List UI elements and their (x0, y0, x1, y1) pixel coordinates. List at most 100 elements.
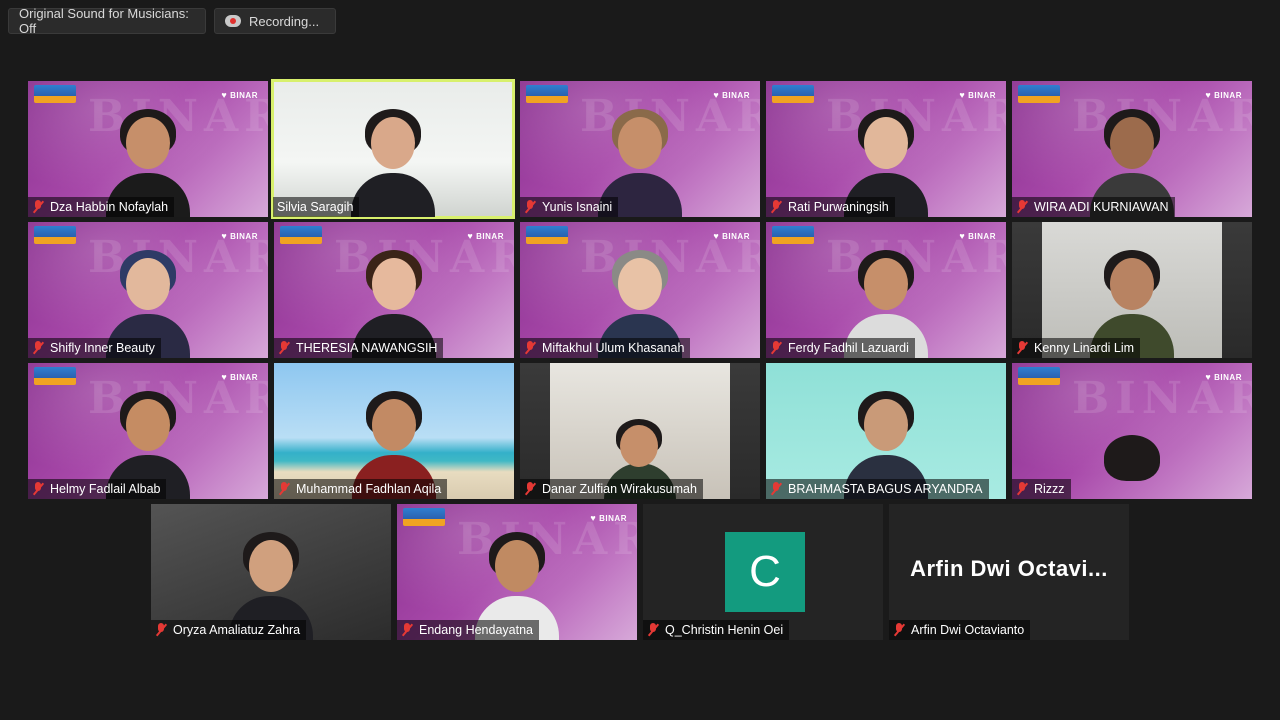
original-sound-button[interactable]: Original Sound for Musicians: Off (8, 6, 206, 36)
participant-tile[interactable]: BINAR ♥ BINAR Rizzz (1012, 363, 1252, 499)
participant-name-tag: Muhammad Fadhlan Aqila (274, 479, 448, 499)
participant-name-tag: Miftakhul Ulum Khasanah (520, 338, 691, 358)
participant-tile[interactable]: Muhammad Fadhlan Aqila (274, 363, 514, 499)
binar-logo: ♥ BINAR (959, 231, 996, 241)
participant-name: Silvia Saragih (277, 200, 354, 214)
participant-tile[interactable]: BINAR ♥ BINAR Helmy Fadlail Albab (28, 363, 268, 499)
participant-name-tag: Q_Christin Henin Oei (643, 620, 790, 640)
participant-tile[interactable]: Danar Zulfian Wirakusumah (520, 363, 760, 499)
event-badge (34, 367, 76, 385)
participant-name: BRAHMASTA BAGUS ARYANDRA (788, 482, 983, 496)
muted-mic-icon (401, 623, 413, 637)
participant-name-tag: THERESIA NAWANGSIH (274, 338, 444, 358)
binar-logo: ♥ BINAR (713, 90, 750, 100)
participant-name: Q_Christin Henin Oei (665, 623, 784, 637)
recording-label: Recording... (249, 13, 320, 29)
event-badge (34, 85, 76, 103)
participant-name-tag: Helmy Fadlail Albab (28, 479, 167, 499)
event-badge (403, 508, 445, 526)
muted-mic-icon (524, 341, 536, 355)
participant-tile[interactable]: BRAHMASTA BAGUS ARYANDRA (766, 363, 1006, 499)
participant-name: Helmy Fadlail Albab (50, 482, 161, 496)
event-badge (280, 226, 322, 244)
participant-name-tag: Endang Hendayatna (397, 620, 539, 640)
participant-name: Ferdy Fadhil Lazuardi (788, 341, 909, 355)
participant-name: Rizzz (1034, 482, 1065, 496)
participant-tile[interactable]: BINAR ♥ BINAR Miftakhul Ulum Khasanah (520, 222, 760, 358)
participant-name: Muhammad Fadhlan Aqila (296, 482, 442, 496)
participant-tile[interactable]: BINAR ♥ BINAR Ferdy Fadhil Lazuardi (766, 222, 1006, 358)
muted-mic-icon (524, 482, 536, 496)
participant-name: Danar Zulfian Wirakusumah (542, 482, 697, 496)
participant-video (1082, 433, 1182, 499)
participant-tile[interactable]: BINAR ♥ BINAR WIRA ADI KURNIAWAN (1012, 81, 1252, 217)
participant-tile[interactable]: Oryza Amaliatuz Zahra (151, 504, 391, 640)
participant-tile[interactable]: BINAR ♥ BINAR Endang Hendayatna (397, 504, 637, 640)
binar-logo: ♥ BINAR (713, 231, 750, 241)
participant-name-tag: Oryza Amaliatuz Zahra (151, 620, 307, 640)
participant-name: Oryza Amaliatuz Zahra (173, 623, 301, 637)
participant-name: Arfin Dwi Octavianto (911, 623, 1025, 637)
binar-logo: ♥ BINAR (959, 90, 996, 100)
muted-mic-icon (770, 341, 782, 355)
binar-logo: ♥ BINAR (590, 513, 627, 523)
binar-logo: ♥ BINAR (1205, 90, 1242, 100)
event-badge (772, 85, 814, 103)
binar-logo: ♥ BINAR (221, 90, 258, 100)
muted-mic-icon (278, 341, 290, 355)
event-badge (526, 85, 568, 103)
participant-name-tag: WIRA ADI KURNIAWAN (1012, 197, 1175, 217)
participant-tile[interactable]: BINAR ♥ BINAR Yunis Isnaini (520, 81, 760, 217)
meeting-toolbar: Original Sound for Musicians: Off Record… (8, 6, 336, 36)
muted-mic-icon (770, 482, 782, 496)
participant-name-tag: Kenny Linardi Lim (1012, 338, 1141, 358)
event-badge (772, 226, 814, 244)
participant-name-tag: Dza Habbin Nofaylah (28, 197, 175, 217)
muted-mic-icon (155, 623, 167, 637)
participant-tile[interactable]: BINAR ♥ BINAR THERESIA NAWANGSIH (274, 222, 514, 358)
muted-mic-icon (32, 482, 44, 496)
muted-mic-icon (1016, 341, 1028, 355)
participant-tile[interactable]: Kenny Linardi Lim (1012, 222, 1252, 358)
participant-name-tag: Arfin Dwi Octavianto (889, 620, 1031, 640)
participant-name: WIRA ADI KURNIAWAN (1034, 200, 1169, 214)
participant-name: THERESIA NAWANGSIH (296, 341, 438, 355)
participant-name-tag: Rati Purwaningsih (766, 197, 895, 217)
event-badge (1018, 85, 1060, 103)
participant-name-tag: Shifly Inner Beauty (28, 338, 161, 358)
muted-mic-icon (32, 200, 44, 214)
participant-name-tag: Silvia Saragih (273, 197, 360, 217)
participant-tile[interactable]: C Q_Christin Henin Oei (643, 504, 883, 640)
participant-name: Shifly Inner Beauty (50, 341, 155, 355)
participant-tile[interactable]: BINAR ♥ BINAR Shifly Inner Beauty (28, 222, 268, 358)
participant-tile[interactable]: BINAR ♥ BINAR Rati Purwaningsih (766, 81, 1006, 217)
event-badge (1018, 367, 1060, 385)
binar-logo: ♥ BINAR (467, 231, 504, 241)
participant-tile[interactable]: Arfin Dwi Octavi... Arfin Dwi Octavianto (889, 504, 1129, 640)
participant-name: Rati Purwaningsih (788, 200, 889, 214)
cloud-recording-icon (225, 15, 241, 27)
muted-mic-icon (647, 623, 659, 637)
original-sound-label: Original Sound for Musicians: Off (19, 6, 189, 36)
muted-mic-icon (32, 341, 44, 355)
recording-indicator[interactable]: Recording... (214, 8, 336, 34)
binar-logo: ♥ BINAR (221, 372, 258, 382)
muted-mic-icon (770, 200, 782, 214)
muted-mic-icon (893, 623, 905, 637)
participant-name-tag: Rizzz (1012, 479, 1071, 499)
muted-mic-icon (1016, 482, 1028, 496)
participant-display-name: Arfin Dwi Octavi... (910, 556, 1108, 581)
muted-mic-icon (278, 482, 290, 496)
participant-name-tag: Danar Zulfian Wirakusumah (520, 479, 703, 499)
participant-tile-active-speaker[interactable]: Silvia Saragih (271, 79, 515, 219)
participant-name-tag: Ferdy Fadhil Lazuardi (766, 338, 915, 358)
binar-logo: ♥ BINAR (221, 231, 258, 241)
participant-name: Kenny Linardi Lim (1034, 341, 1135, 355)
participant-name: Miftakhul Ulum Khasanah (542, 341, 685, 355)
participant-name-tag: Yunis Isnaini (520, 197, 619, 217)
participant-name: Yunis Isnaini (542, 200, 613, 214)
muted-mic-icon (524, 200, 536, 214)
participant-tile[interactable]: BINAR ♥ BINAR Dza Habbin Nofaylah (28, 81, 268, 217)
binar-logo: ♥ BINAR (1205, 372, 1242, 382)
participant-name: Dza Habbin Nofaylah (50, 200, 169, 214)
